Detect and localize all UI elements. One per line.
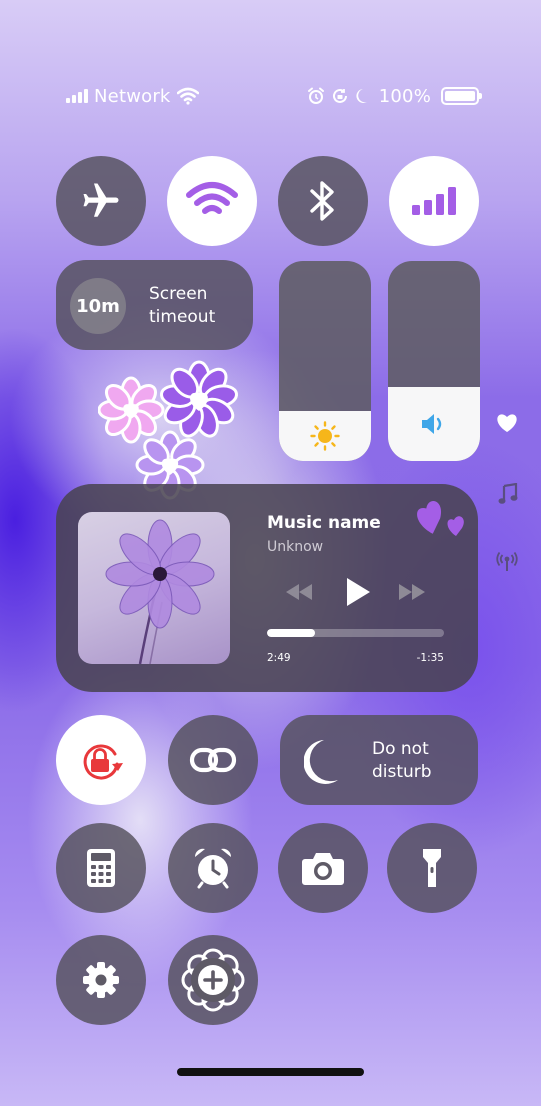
airplane-mode-toggle[interactable]: [56, 156, 146, 246]
volume-level: [388, 387, 480, 461]
screen-timeout-label: Screen timeout: [149, 284, 216, 327]
alarm-button[interactable]: [168, 823, 258, 913]
heart-icon[interactable]: [496, 413, 518, 433]
alarm-clock-icon: [194, 848, 232, 889]
fast-forward-icon[interactable]: [397, 582, 427, 602]
status-bar: Network 100%: [66, 84, 482, 108]
bluetooth-toggle[interactable]: [278, 156, 368, 246]
flashlight-button[interactable]: [387, 823, 477, 913]
add-icon: [181, 948, 245, 1012]
sun-icon: [310, 421, 340, 451]
screen-timeout-tile[interactable]: 10m Screen timeout: [56, 260, 253, 350]
music-note-icon[interactable]: [498, 483, 518, 505]
alarm-icon: [307, 87, 324, 104]
flower-stickers: [98, 360, 239, 500]
brightness-level: [279, 411, 371, 461]
elapsed-time: 2:49: [267, 652, 291, 664]
battery-percent: 100%: [378, 85, 431, 107]
camera-button[interactable]: [278, 823, 368, 913]
volume-slider[interactable]: [388, 261, 480, 461]
calculator-icon: [87, 849, 115, 887]
play-icon[interactable]: [343, 576, 373, 608]
do-not-disturb-tile[interactable]: Do not disturb: [280, 715, 478, 805]
rotation-lock-icon: [83, 744, 123, 780]
brightness-slider[interactable]: [279, 261, 371, 461]
add-shortcut-button[interactable]: [168, 935, 258, 1025]
wifi-icon: [186, 182, 238, 214]
do-not-disturb-label: Do not disturb: [372, 739, 432, 782]
link-icon: [189, 747, 237, 773]
cellular-icon: [412, 187, 456, 215]
signal-bars-icon: [66, 89, 88, 103]
wifi-toggle[interactable]: [167, 156, 257, 246]
media-player: Music name Unknow 2:49 -1:35: [56, 484, 478, 692]
battery-icon: [441, 87, 482, 105]
calculator-button[interactable]: [56, 823, 146, 913]
bluetooth-icon: [310, 181, 334, 221]
playback-progress[interactable]: [267, 629, 444, 637]
settings-icon: [83, 962, 119, 998]
camera-icon: [302, 853, 344, 885]
hearts-sticker-icon: [417, 501, 464, 536]
mobile-data-toggle[interactable]: [389, 156, 479, 246]
speaker-icon: [422, 414, 442, 434]
screen-timeout-value: 10m: [70, 278, 126, 334]
album-art[interactable]: [78, 512, 230, 664]
flashlight-icon: [423, 849, 441, 887]
wifi-icon: [176, 87, 199, 105]
moon-icon: [356, 89, 367, 103]
broadcast-icon[interactable]: [496, 552, 518, 572]
song-title: Music name: [267, 513, 381, 533]
network-label: Network: [94, 85, 171, 107]
remaining-time: -1:35: [416, 652, 444, 664]
home-indicator[interactable]: [177, 1068, 364, 1076]
rotation-lock-toggle[interactable]: [56, 715, 146, 805]
airplane-icon: [83, 183, 119, 217]
rotation-lock-icon: [332, 88, 347, 103]
settings-button[interactable]: [56, 935, 146, 1025]
flower-image: [105, 519, 215, 664]
link-toggle[interactable]: [168, 715, 258, 805]
rewind-icon[interactable]: [284, 582, 314, 602]
song-artist: Unknow: [267, 539, 324, 555]
moon-icon: [304, 740, 338, 784]
